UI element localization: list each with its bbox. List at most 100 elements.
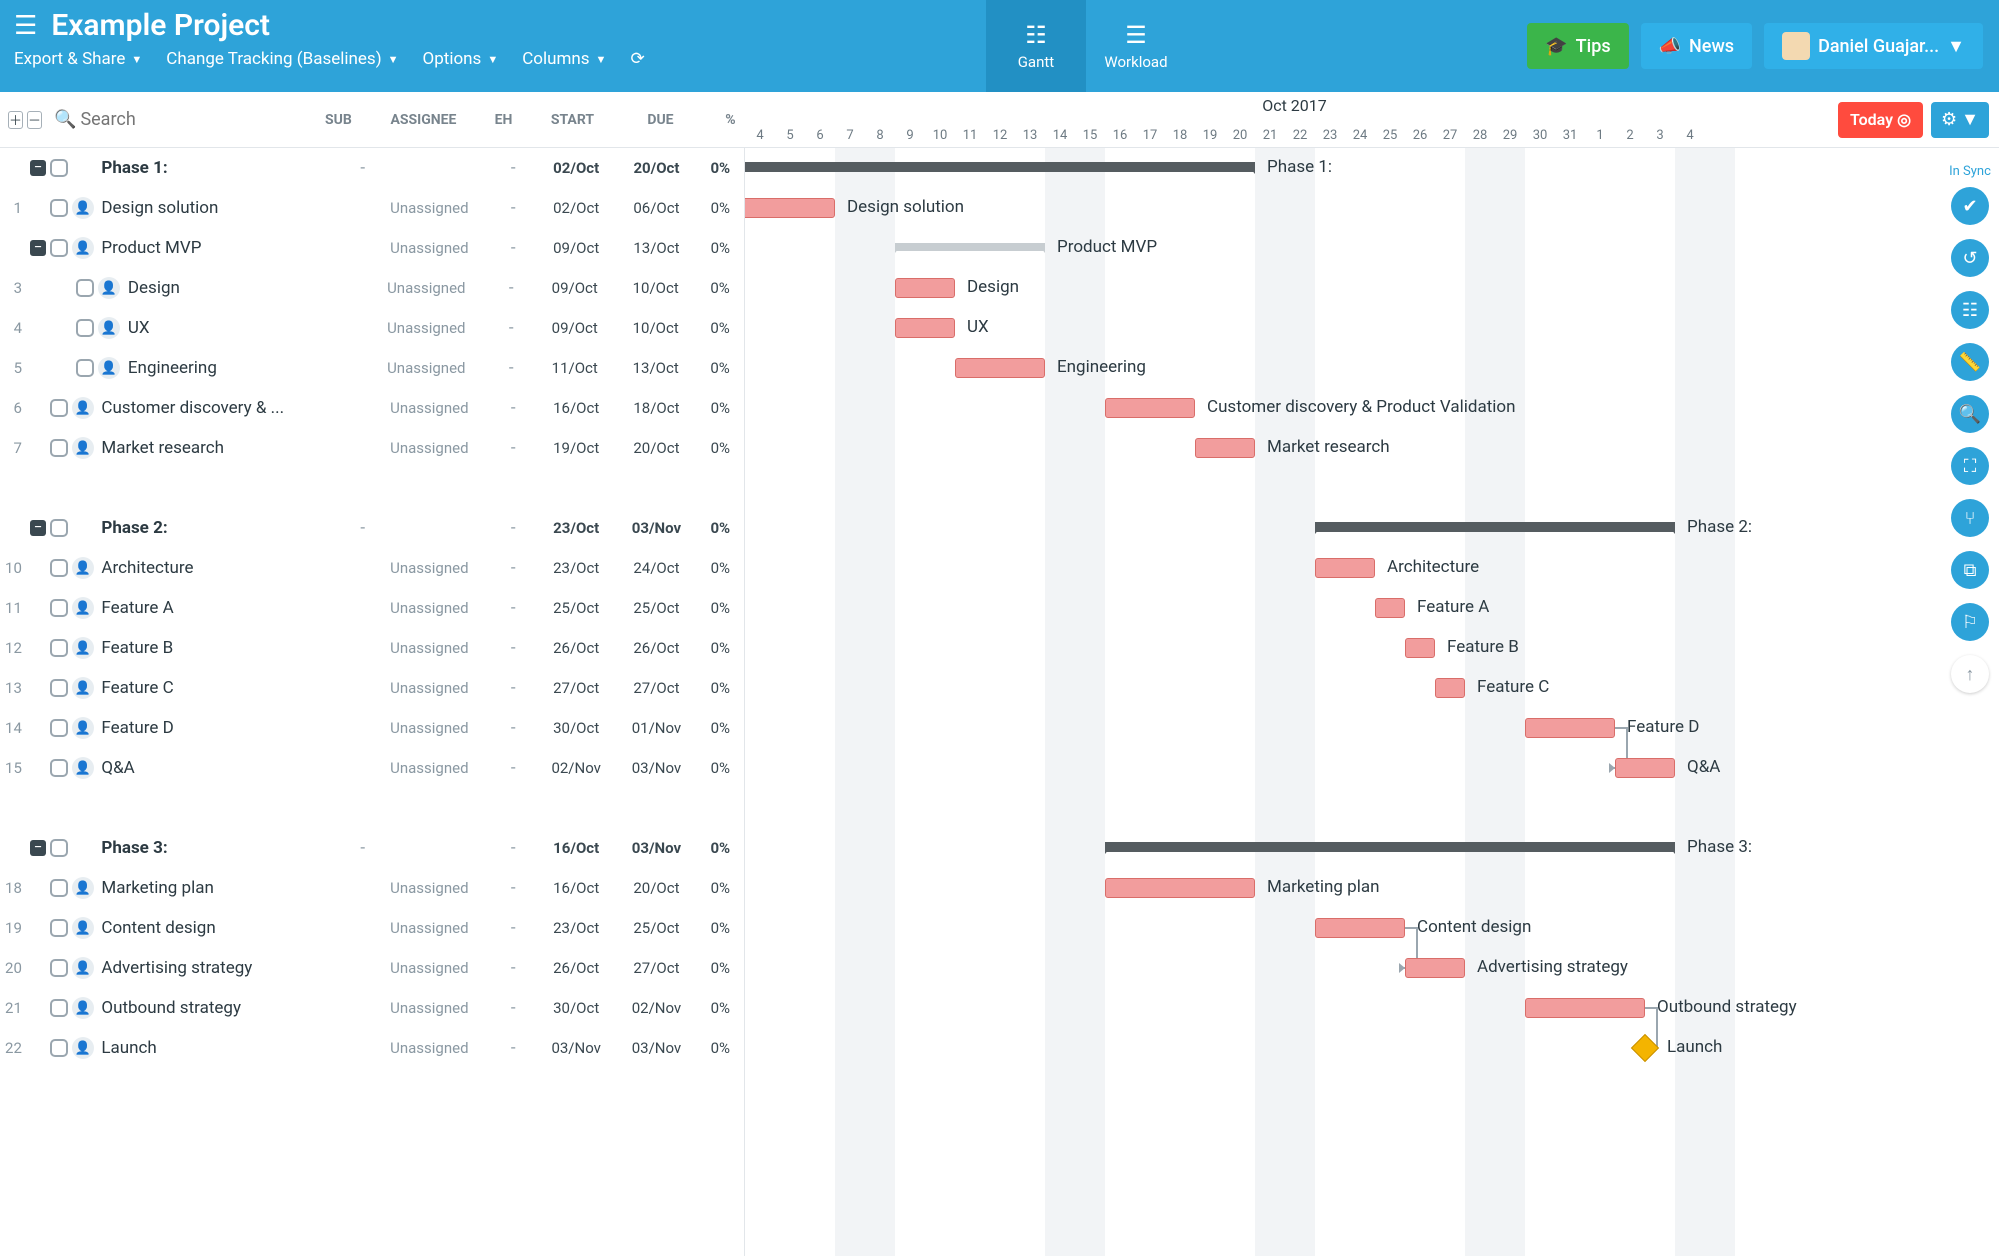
task-checkbox[interactable] [48, 599, 70, 617]
task-checkbox[interactable] [48, 999, 70, 1017]
task-bar[interactable] [895, 243, 1045, 251]
cell-start[interactable]: 09/Oct [534, 279, 615, 297]
task-checkbox[interactable] [48, 399, 70, 417]
cell-pct[interactable]: 0% [696, 319, 744, 337]
assignee-avatar[interactable]: 👤 [70, 1037, 96, 1059]
task-bar[interactable] [1405, 638, 1435, 658]
cell-start[interactable]: 23/Oct [536, 519, 616, 537]
cell-assignee[interactable]: Unassigned [390, 879, 490, 897]
task-checkbox[interactable] [74, 359, 96, 377]
task-bar[interactable] [1405, 958, 1465, 978]
news-button[interactable]: 📣News [1641, 23, 1752, 69]
task-checkbox[interactable] [48, 759, 70, 777]
task-name[interactable]: Feature C [95, 678, 335, 698]
cell-assignee[interactable]: Unassigned [390, 959, 490, 977]
cell-assignee[interactable]: Unassigned [390, 439, 490, 457]
cell-due[interactable]: 20/Oct [616, 159, 696, 177]
task-name[interactable]: Feature A [95, 598, 335, 618]
collapse-toggle[interactable]: − [30, 840, 46, 856]
cell-due[interactable]: 02/Nov [616, 999, 696, 1017]
cell-start[interactable]: 02/Nov [536, 759, 616, 777]
task-bar[interactable] [1315, 558, 1375, 578]
task-name[interactable]: UX [122, 318, 332, 338]
cell-start[interactable]: 16/Oct [536, 839, 616, 857]
task-row[interactable]: 11👤Feature AUnassigned-25/Oct25/Oct0% [0, 588, 744, 628]
cell-due[interactable]: 18/Oct [616, 399, 696, 417]
assignee-avatar[interactable]: 👤 [70, 397, 96, 419]
assignee-avatar[interactable]: 👤 [70, 997, 96, 1019]
task-checkbox[interactable] [48, 839, 70, 857]
cell-assignee[interactable]: Unassigned [387, 359, 488, 377]
cell-assignee[interactable]: Unassigned [390, 919, 490, 937]
cell-pct[interactable]: 0% [697, 759, 744, 777]
task-row[interactable]: 1👤Design solutionUnassigned-02/Oct06/Oct… [0, 188, 744, 228]
cell-start[interactable]: 11/Oct [534, 359, 615, 377]
col-eh[interactable]: EH [478, 112, 528, 128]
cell-start[interactable]: 30/Oct [536, 999, 616, 1017]
settings-button[interactable]: ⚙▼ [1931, 102, 1989, 138]
task-checkbox[interactable] [48, 719, 70, 737]
task-checkbox[interactable] [48, 919, 70, 937]
cell-assignee[interactable]: Unassigned [390, 399, 490, 417]
rail-crop-icon[interactable]: ⛶ [1951, 447, 1989, 485]
cell-start[interactable]: 23/Oct [536, 919, 616, 937]
task-checkbox[interactable] [48, 199, 70, 217]
task-checkbox[interactable] [48, 679, 70, 697]
collapse-toggle[interactable]: − [30, 520, 46, 536]
task-name[interactable]: Phase 2: [95, 518, 335, 538]
cell-due[interactable]: 06/Oct [616, 199, 696, 217]
cell-due[interactable]: 13/Oct [616, 239, 696, 257]
task-name[interactable]: Marketing plan [95, 878, 335, 898]
cell-pct[interactable]: 0% [697, 399, 744, 417]
assignee-avatar[interactable]: 👤 [96, 357, 122, 379]
task-row[interactable]: 18👤Marketing planUnassigned-16/Oct20/Oct… [0, 868, 744, 908]
task-bar[interactable] [1315, 918, 1405, 938]
task-bar[interactable] [1105, 398, 1195, 418]
task-name[interactable]: Content design [95, 918, 335, 938]
cell-pct[interactable]: 0% [697, 959, 744, 977]
gantt-chart[interactable]: Phase 1:Design solutionProduct MVPDesign… [745, 148, 1941, 1256]
task-name[interactable]: Outbound strategy [95, 998, 335, 1018]
col-due[interactable]: DUE [616, 112, 704, 128]
cell-due[interactable]: 01/Nov [616, 719, 696, 737]
assignee-avatar[interactable]: 👤 [70, 557, 96, 579]
cell-assignee[interactable]: Unassigned [390, 679, 490, 697]
today-button[interactable]: Today◎ [1838, 102, 1923, 138]
cell-pct[interactable]: 0% [697, 519, 744, 537]
assignee-avatar[interactable]: 👤 [70, 717, 96, 739]
cell-assignee[interactable]: Unassigned [390, 239, 490, 257]
cell-due[interactable]: 10/Oct [615, 279, 696, 297]
cell-pct[interactable]: 0% [697, 679, 744, 697]
task-bar[interactable] [1435, 678, 1465, 698]
cell-pct[interactable]: 0% [697, 159, 744, 177]
task-row[interactable]: 4👤UXUnassigned-09/Oct10/Oct0% [0, 308, 744, 348]
cell-due[interactable]: 26/Oct [616, 639, 696, 657]
task-row[interactable]: 14👤Feature DUnassigned-30/Oct01/Nov0% [0, 708, 744, 748]
cell-due[interactable]: 10/Oct [615, 319, 696, 337]
task-bar[interactable] [1105, 878, 1255, 898]
cell-pct[interactable]: 0% [697, 199, 744, 217]
task-row[interactable]: 6👤Customer discovery & ...Unassigned-16/… [0, 388, 744, 428]
cell-due[interactable]: 03/Nov [616, 839, 696, 857]
cell-assignee[interactable]: Unassigned [390, 999, 490, 1017]
col-start[interactable]: START [528, 112, 616, 128]
task-row[interactable]: 22👤LaunchUnassigned-03/Nov03/Nov0% [0, 1028, 744, 1068]
assignee-avatar[interactable]: 👤 [70, 957, 96, 979]
task-checkbox[interactable] [48, 1039, 70, 1057]
milestone-marker[interactable] [1631, 1034, 1659, 1062]
rail-branch-icon[interactable]: ⑂ [1951, 499, 1989, 537]
task-row[interactable]: 19👤Content designUnassigned-23/Oct25/Oct… [0, 908, 744, 948]
task-row[interactable]: 15👤Q&AUnassigned-02/Nov03/Nov0% [0, 748, 744, 788]
rail-ruler-icon[interactable]: 📏 [1951, 343, 1989, 381]
task-checkbox[interactable] [48, 639, 70, 657]
task-bar[interactable] [745, 198, 835, 218]
collapse-all-button[interactable]: － [27, 111, 42, 129]
col-assignee[interactable]: ASSIGNEE [368, 112, 478, 128]
cell-pct[interactable]: 0% [697, 439, 744, 457]
cell-start[interactable]: 30/Oct [536, 719, 616, 737]
cell-assignee[interactable]: Unassigned [390, 719, 490, 737]
cell-pct[interactable]: 0% [697, 239, 744, 257]
task-bar[interactable] [1525, 718, 1615, 738]
cell-start[interactable]: 16/Oct [536, 399, 616, 417]
cell-assignee[interactable]: Unassigned [390, 639, 490, 657]
